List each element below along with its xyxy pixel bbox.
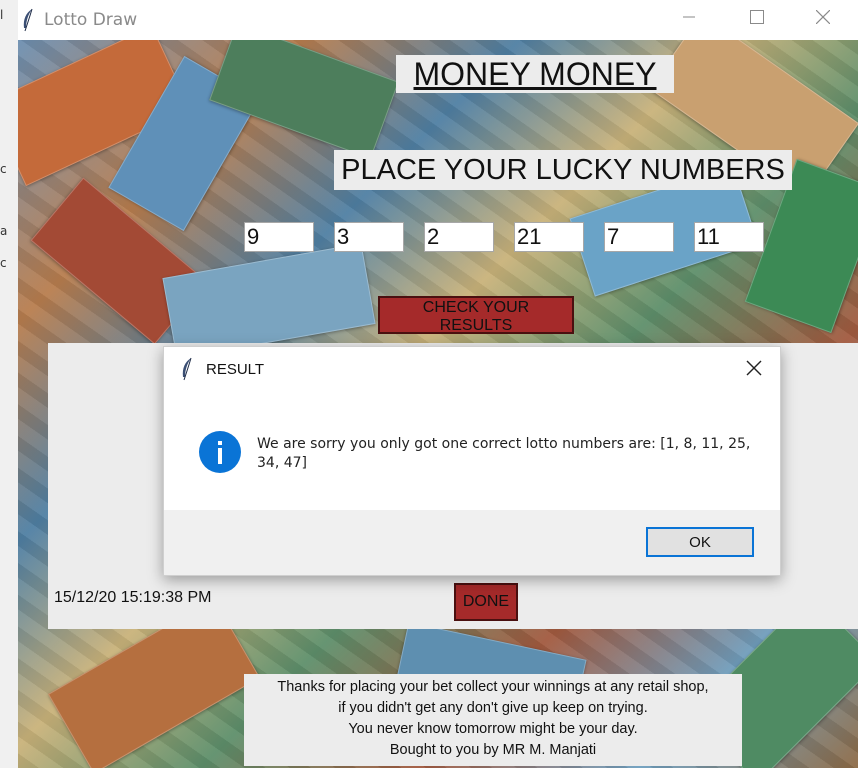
- lucky-number-input-2[interactable]: [334, 222, 404, 252]
- result-dialog: RESULT We are sorry you only got one cor…: [163, 346, 781, 576]
- background-window-strip: l c a c: [0, 0, 19, 768]
- minimize-button[interactable]: [654, 0, 724, 38]
- timestamp-label: 15/12/20 15:19:38 PM: [54, 589, 212, 606]
- check-results-button[interactable]: CHECK YOUR RESULTS: [378, 296, 574, 334]
- dialog-footer: OK: [164, 510, 780, 575]
- lucky-number-input-3[interactable]: [424, 222, 494, 252]
- banknote: [209, 40, 399, 159]
- window-title: Lotto Draw: [44, 10, 138, 30]
- lucky-number-input-4[interactable]: [514, 222, 584, 252]
- dialog-title: RESULT: [206, 361, 265, 378]
- footer-message: Thanks for placing your bet collect your…: [244, 674, 742, 766]
- footer-line: Bought to you by MR M. Manjati: [389, 742, 597, 758]
- strip-glyph: a: [0, 224, 8, 238]
- info-icon: [198, 430, 242, 474]
- ok-button[interactable]: OK: [646, 527, 754, 557]
- page-title: MONEY MONEY: [396, 55, 674, 93]
- footer-line: if you didn't get any don't give up keep…: [338, 700, 648, 716]
- close-button[interactable]: [788, 0, 858, 38]
- feather-icon: [20, 8, 36, 32]
- footer-line: Thanks for placing your bet collect your…: [277, 679, 709, 695]
- banknote: [162, 243, 376, 359]
- minimize-icon: [683, 10, 695, 28]
- footer-line: You never know tomorrow might be your da…: [348, 721, 638, 737]
- lucky-number-input-5[interactable]: [604, 222, 674, 252]
- dialog-message: We are sorry you only got one correct lo…: [257, 436, 751, 471]
- maximize-button[interactable]: [722, 0, 792, 38]
- close-icon: [815, 9, 831, 29]
- maximize-icon: [750, 9, 764, 29]
- feather-icon: [180, 357, 194, 381]
- strip-glyph: l: [0, 8, 4, 22]
- done-button[interactable]: DONE: [454, 583, 518, 621]
- strip-glyph: c: [0, 162, 7, 176]
- dialog-close-button[interactable]: [740, 357, 768, 383]
- strip-glyph: c: [0, 256, 7, 270]
- lucky-number-input-1[interactable]: [244, 222, 314, 252]
- lucky-number-input-6[interactable]: [694, 222, 764, 252]
- title-bar: Lotto Draw: [18, 0, 858, 40]
- instructions-label: PLACE YOUR LUCKY NUMBERS: [334, 150, 792, 190]
- close-icon: [746, 360, 762, 380]
